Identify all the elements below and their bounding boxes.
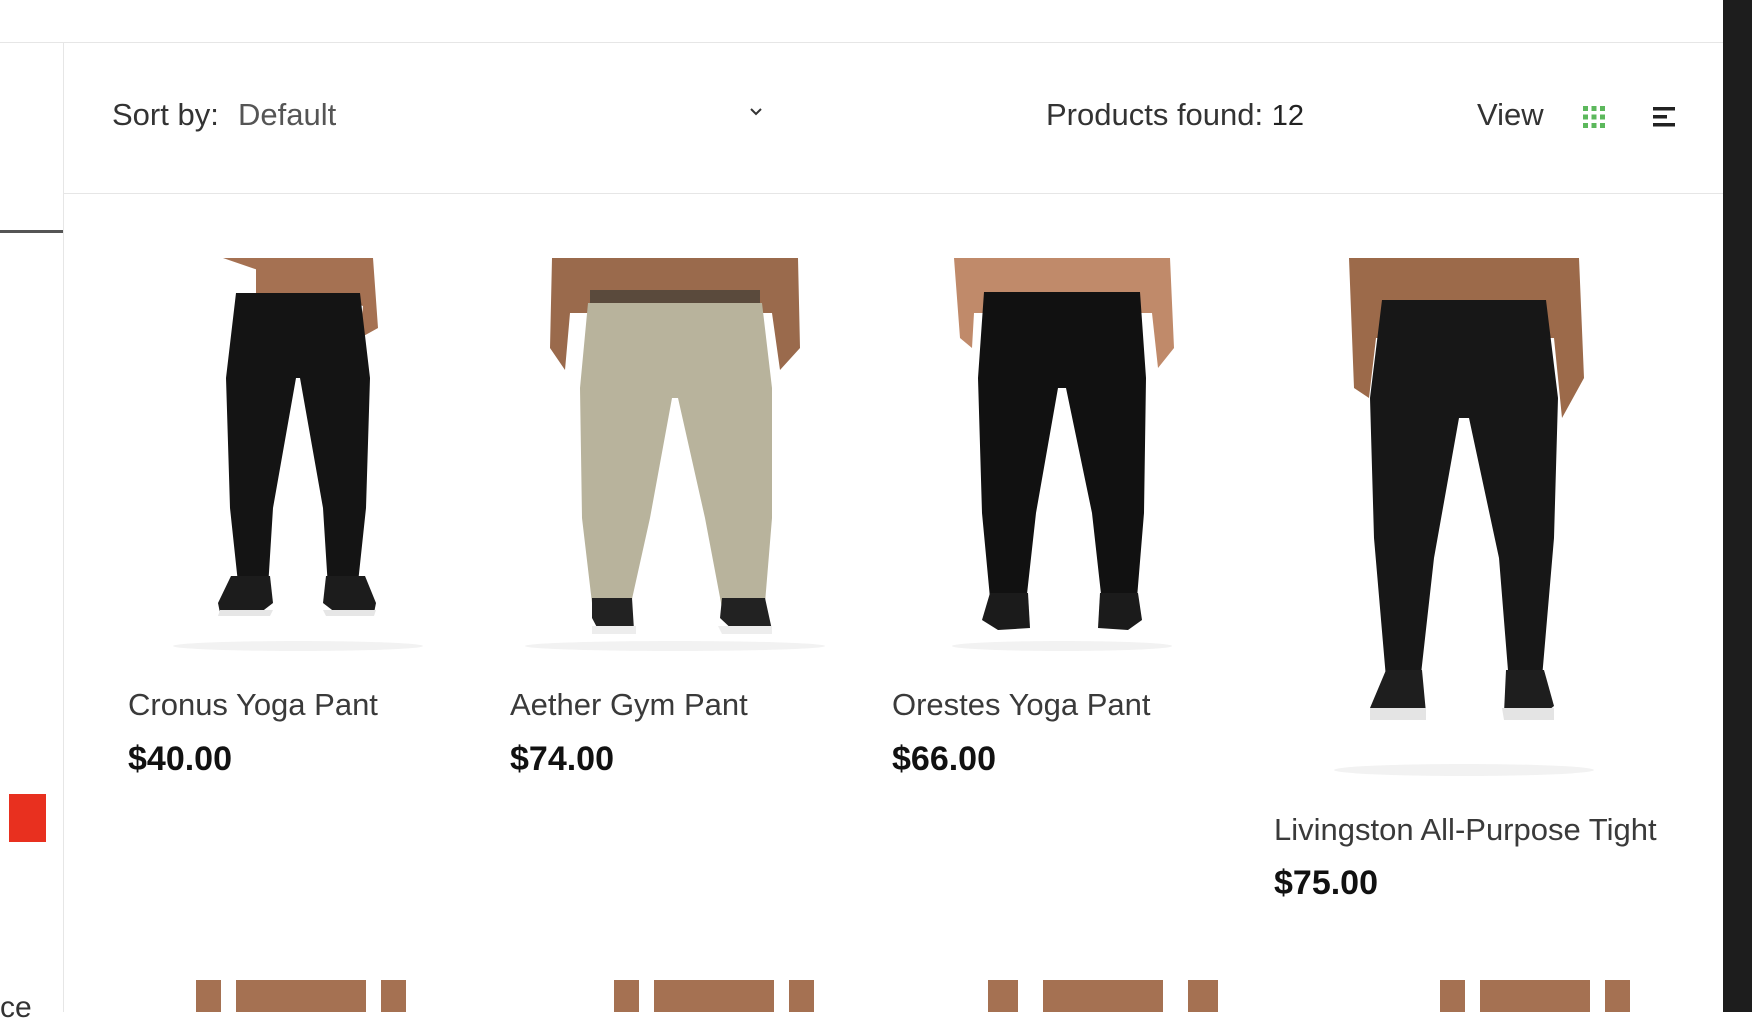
filter-sidebar: ce [0,43,64,1024]
product-image-partial [196,980,406,1012]
product-name[interactable]: Orestes Yoga Pant [892,687,1151,723]
sort-label: Sort by: [112,97,219,132]
product-price: $74.00 [510,740,614,778]
product-name[interactable]: Livingston All-Purpose Tight [1274,812,1657,848]
sort-selected-value: Default [238,97,337,132]
window-edge [1723,0,1752,1012]
chevron-down-icon [750,108,762,116]
product-image[interactable] [148,258,448,653]
products-found-count: 12 [1271,100,1305,132]
product-image-partial [1440,980,1630,1012]
product-price: $40.00 [128,740,232,778]
view-label: View [1477,97,1544,132]
grid-view-icon[interactable] [1580,103,1608,131]
product-image[interactable] [510,258,840,653]
product-image-partial [614,980,814,1012]
product-image[interactable] [614,980,814,1012]
product-toolbar: Sort by: Default Products found: 12 View [64,43,1723,194]
product-card[interactable]: Aether Gym Pant $74.00 [510,250,850,790]
products-found: Products found: 12 [1046,97,1304,133]
product-name[interactable]: Cronus Yoga Pant [128,687,378,723]
product-image-partial [988,980,1218,1012]
product-image[interactable] [1314,258,1614,778]
product-price: $75.00 [1274,864,1378,902]
list-view-icon[interactable] [1651,105,1679,129]
sidebar-partial-label: ce [0,991,32,1024]
product-image[interactable] [1440,980,1630,1012]
product-card[interactable]: Livingston All-Purpose Tight $75.00 [1274,250,1694,910]
product-price: $66.00 [892,740,996,778]
color-swatch-red[interactable] [9,794,46,842]
top-bar [0,0,1723,43]
product-image[interactable] [932,258,1192,653]
sidebar-tab-underline [0,230,63,233]
products-found-label: Products found: [1046,97,1264,132]
product-name[interactable]: Aether Gym Pant [510,687,748,723]
product-card[interactable]: Orestes Yoga Pant $66.00 [892,250,1232,790]
product-image[interactable] [196,980,406,1012]
sort-select[interactable]: Default [238,91,762,143]
product-image[interactable] [988,980,1218,1012]
product-card[interactable]: Cronus Yoga Pant $40.00 [128,250,468,790]
